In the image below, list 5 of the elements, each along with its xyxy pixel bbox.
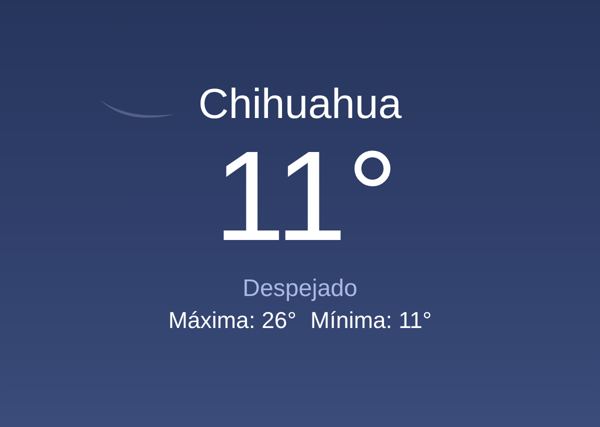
temperature: 11°: [212, 130, 398, 264]
city-name: Chihuahua: [198, 79, 402, 129]
high-temperature: Máxima: 26°: [168, 306, 296, 335]
low-temperature: Mínima: 11°: [310, 306, 432, 335]
weather-condition: Despejado: [242, 274, 358, 304]
